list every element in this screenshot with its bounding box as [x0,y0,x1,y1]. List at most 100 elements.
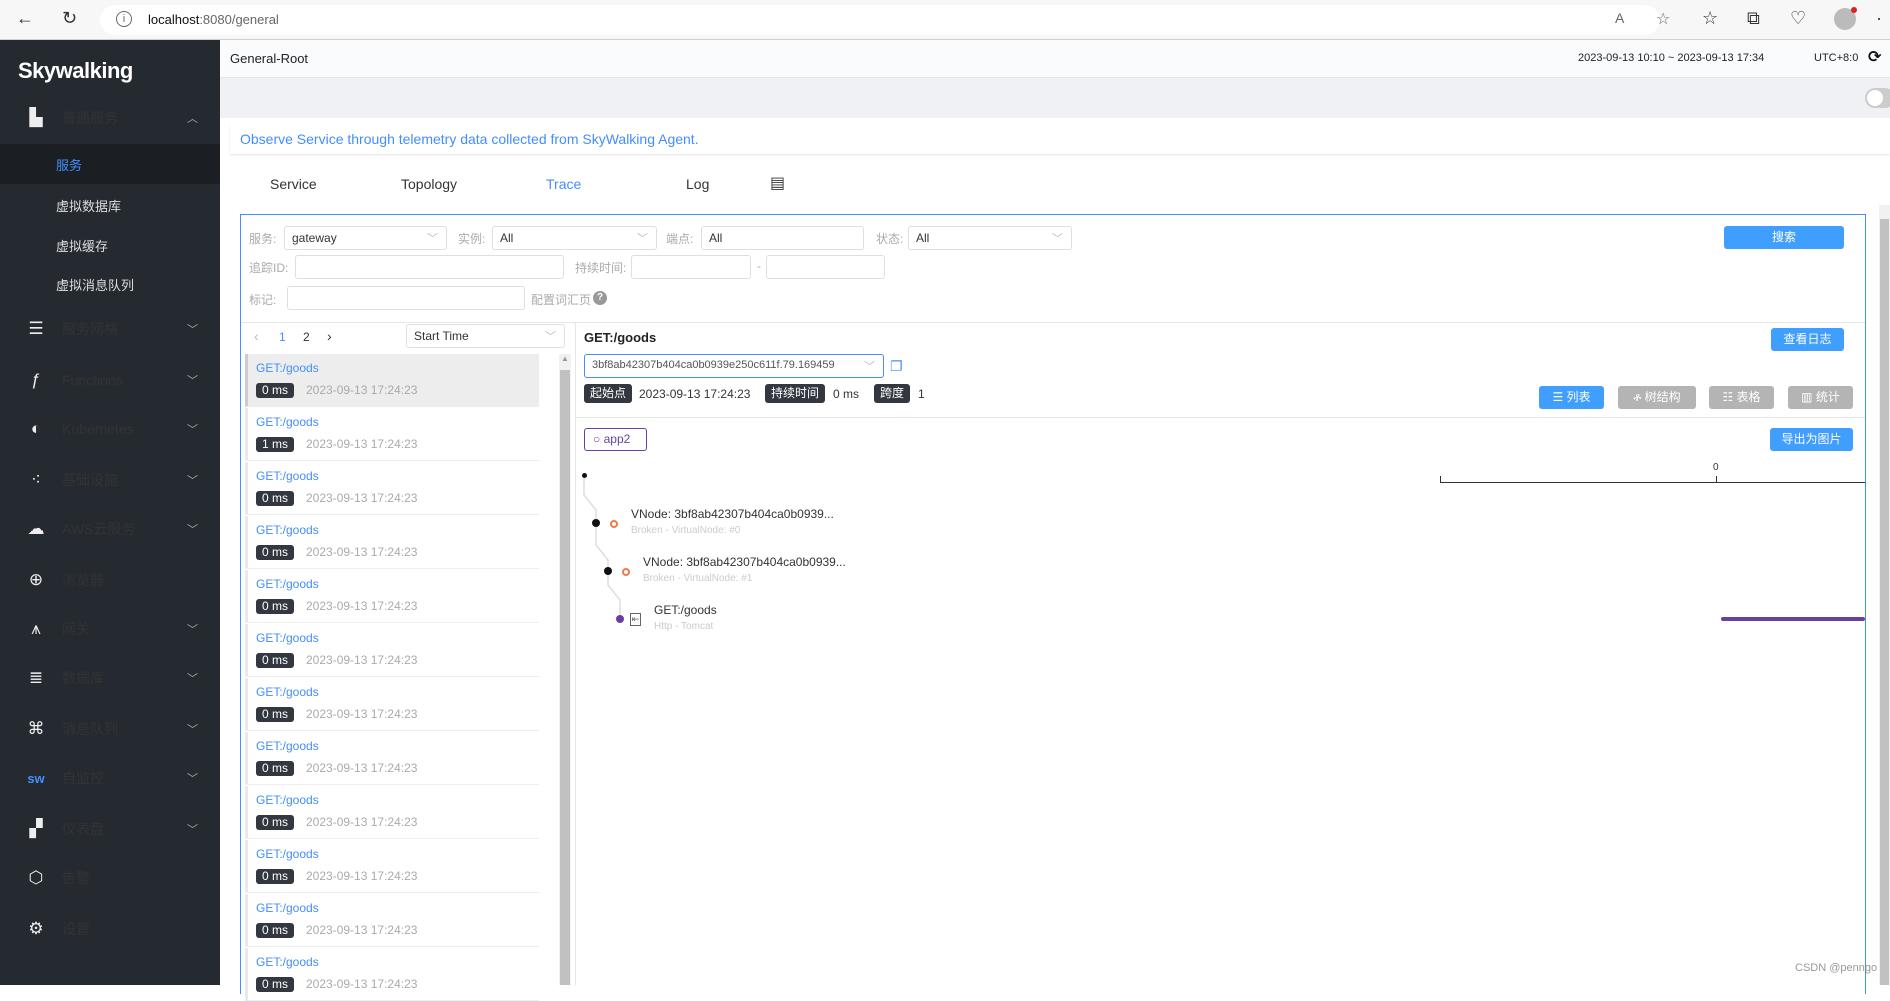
trace-endpoint[interactable]: GET:/goods [256,415,319,429]
list-scrollbar[interactable]: ▲ [559,354,571,985]
page-1[interactable]: 1 [279,330,286,344]
more-icon[interactable]: · [1876,8,1882,29]
tab-log[interactable]: Log [686,176,709,192]
tree-view-button[interactable]: ቶ 树结构 [1618,386,1696,409]
page-scrollbar[interactable] [1879,205,1890,985]
back-icon[interactable]: ← [16,8,34,29]
trace-endpoint[interactable]: GET:/goods [256,361,319,375]
list-view-button[interactable]: ☰ 列表 [1539,386,1604,409]
edit-toggle[interactable] [1865,88,1890,108]
trace-list-item[interactable]: GET:/goods 0 ms 2023-09-13 17:24:23 [245,732,539,785]
trace-endpoint[interactable]: GET:/goods [256,577,319,591]
sidebar-item-5[interactable]: ☁ AWS云服务 ﹀ [0,509,220,549]
trace-list-item[interactable]: GET:/goods 0 ms 2023-09-13 17:24:23 [245,948,539,1001]
prev-page-button[interactable]: ‹ [254,328,259,344]
max-duration-input[interactable] [766,255,885,279]
duration-tag: 持续时间 [765,384,826,403]
trace-list-item[interactable]: GET:/goods 0 ms 2023-09-13 17:24:23 [245,840,539,893]
sidebar-subitem-1[interactable]: 虚拟数据库 [0,185,220,225]
trace-duration-badge: 0 ms [256,653,295,668]
info-icon[interactable]: i [116,11,132,27]
vocabulary-link[interactable]: 配置词汇页 [531,291,591,308]
queue-icon: ⌘ [27,719,45,738]
instance-select[interactable]: All ﹀ [492,226,657,250]
trace-list-item[interactable]: GET:/goods 1 ms 2023-09-13 17:24:23 [245,408,539,461]
service-tag[interactable]: ○ app2 [584,428,647,451]
sort-select[interactable]: Start Time ﹀ [406,324,565,348]
endpoint-input[interactable]: All [701,226,864,250]
trace-list-item[interactable]: GET:/goods 0 ms 2023-09-13 17:24:23 [245,786,539,839]
page-2[interactable]: 2 [303,330,310,344]
sidebar-subitem-3[interactable]: 虚拟消息队列 [0,264,220,304]
tab-topology[interactable]: Topology [401,176,457,192]
service-select[interactable]: gateway ﹀ [284,226,447,250]
time-range[interactable]: 2023-09-13 10:10 ~ 2023-09-13 17:34 [1578,52,1764,64]
sidebar-item-13[interactable]: ⚙ 设置 [0,909,220,949]
trace-endpoint[interactable]: GET:/goods [256,523,319,537]
span-node-dot[interactable] [592,519,600,527]
favorites-icon[interactable]: ☆ [1702,8,1718,29]
trace-list-item[interactable]: GET:/goods 0 ms 2023-09-13 17:24:23 [245,462,539,515]
tags-input[interactable] [287,286,525,310]
span-title[interactable]: VNode: 3bf8ab42307b404ca0b0939... [631,507,834,521]
collections-icon[interactable]: ⧉ [1747,8,1760,29]
view-logs-button[interactable]: 查看日志 [1771,328,1844,351]
address-bar[interactable]: i localhost:8080/general A ☆ [100,5,1670,35]
trace-endpoint[interactable]: GET:/goods [256,685,319,699]
help-icon[interactable]: ? [593,291,607,305]
sidebar-subitem-2[interactable]: 虚拟缓存 [0,225,220,265]
tab-service[interactable]: Service [270,176,317,192]
status-select[interactable]: All ﹀ [908,226,1072,250]
sidebar-item-10[interactable]: sw 自监控 ﹀ [0,758,220,798]
trace-time: 2023-09-13 17:24:23 [306,815,418,829]
sidebar-item-11[interactable]: ▞ 仪表盘 ﹀ [0,809,220,849]
sidebar-item-1[interactable]: ☰ 服务网格 ﹀ [0,309,220,349]
tab-trace[interactable]: Trace [546,176,581,192]
statistics-view-button[interactable]: ▥ 统计 [1788,386,1853,409]
read-aloud-icon[interactable]: A [1615,10,1624,26]
trace-time: 2023-09-13 17:24:23 [306,491,418,505]
document-icon[interactable]: ▤ [770,173,785,193]
reload-icon[interactable]: ↻ [62,8,77,29]
trace-endpoint[interactable]: GET:/goods [256,955,319,969]
health-icon[interactable]: ♡ [1790,8,1806,29]
sidebar-item-12[interactable]: ⬡ 告警 [0,858,220,898]
trace-endpoint[interactable]: GET:/goods [256,847,319,861]
sidebar-item-9[interactable]: ⌘ 消息队列 ﹀ [0,709,220,749]
trace-list-item[interactable]: GET:/goods 0 ms 2023-09-13 17:24:23 [245,570,539,623]
sidebar-item-3[interactable]: ◐ Kubernetes ﹀ [0,409,220,449]
trace-endpoint[interactable]: GET:/goods [256,469,319,483]
add-favorite-icon[interactable]: ☆ [1656,9,1670,29]
trace-id-select[interactable]: 3bf8ab42307b404ca0b0939e250c611f.79.1694… [584,354,884,378]
copy-icon[interactable]: ❐ [890,358,903,375]
sidebar-item-0[interactable]: ▙ 普通服务 ︿ [0,98,220,138]
sidebar-item-4[interactable]: ⁖ 基础设施 ﹀ [0,460,220,500]
span-duration-bar[interactable] [1721,617,1865,621]
trace-list-item[interactable]: GET:/goods 0 ms 2023-09-13 17:24:23 [245,516,539,569]
trace-endpoint[interactable]: GET:/goods [256,631,319,645]
trace-endpoint[interactable]: GET:/goods [256,739,319,753]
sidebar-item-8[interactable]: ≣ 数据库 ﹀ [0,658,220,698]
trace-list-item[interactable]: GET:/goods 0 ms 2023-09-13 17:24:23 [245,678,539,731]
trace-time: 2023-09-13 17:24:23 [306,383,418,397]
table-view-button[interactable]: ☷ 表格 [1709,386,1774,409]
export-image-button[interactable]: 导出为图片 [1770,428,1853,451]
span-node-dot[interactable] [616,615,624,623]
trace-endpoint[interactable]: GET:/goods [256,901,319,915]
next-page-button[interactable]: › [327,328,332,344]
trace-id-input[interactable] [295,255,564,279]
search-button[interactable]: 搜索 [1724,226,1844,249]
span-node-dot[interactable] [604,567,612,575]
span-title[interactable]: GET:/goods [654,603,717,617]
sidebar-item-7[interactable]: ⩚ 网关 ﹀ [0,609,220,649]
trace-list-item[interactable]: GET:/goods 0 ms 2023-09-13 17:24:23 [245,894,539,947]
min-duration-input[interactable] [631,255,751,279]
trace-list-item[interactable]: GET:/goods 0 ms 2023-09-13 17:24:23 [245,354,539,407]
refresh-icon[interactable]: ⟳ [1868,47,1881,67]
trace-endpoint[interactable]: GET:/goods [256,793,319,807]
trace-list-item[interactable]: GET:/goods 0 ms 2023-09-13 17:24:23 [245,624,539,677]
span-title[interactable]: VNode: 3bf8ab42307b404ca0b0939... [643,555,846,569]
sidebar-item-6[interactable]: ⊕ 浏览器 [0,560,220,600]
sidebar-subitem-0[interactable]: 服务 [0,144,220,184]
sidebar-item-2[interactable]: ƒ Functions ﹀ [0,360,220,400]
